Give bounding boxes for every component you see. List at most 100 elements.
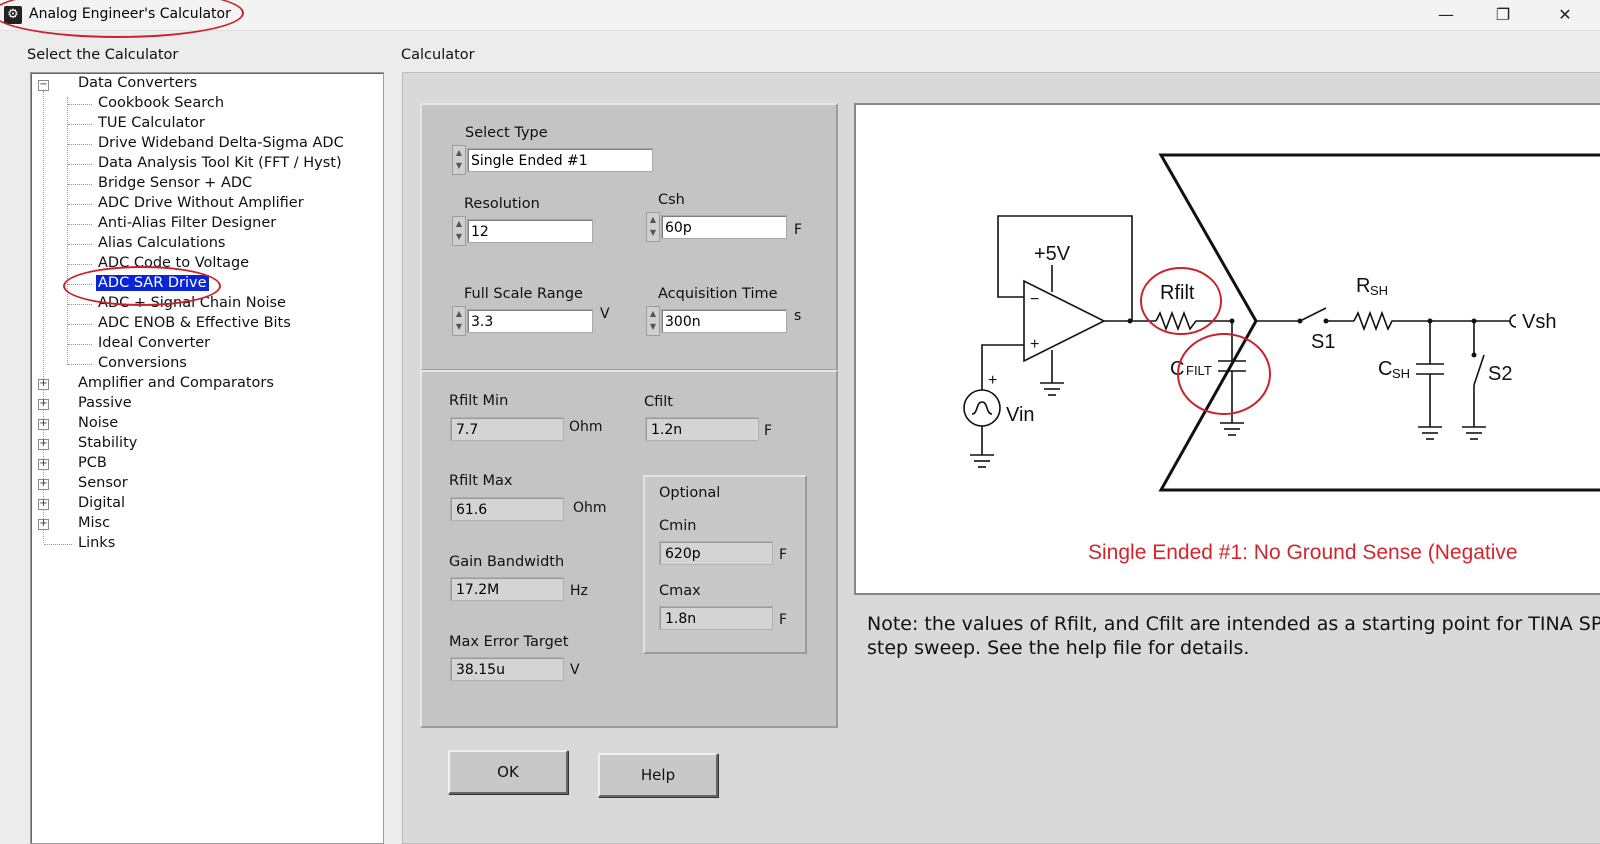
- switch-s1: [1299, 307, 1327, 322]
- annotation-circle-selection: [63, 266, 221, 306]
- max-error-target-value: 38.15u: [450, 657, 564, 681]
- schematic-caption: Single Ended #1: No Ground Sense (Negati…: [1088, 541, 1518, 564]
- tree-category-misc[interactable]: Misc: [78, 515, 110, 531]
- rsh-label-sub: SH: [1370, 283, 1388, 298]
- opamp-plus-label: +: [1030, 336, 1039, 353]
- acquisition-time-spinner[interactable]: ▲ ▼: [646, 306, 660, 336]
- csh-spinner[interactable]: ▲ ▼: [646, 212, 660, 242]
- resolution-field[interactable]: 12: [467, 219, 593, 243]
- tree-category-digital[interactable]: Digital: [78, 495, 125, 511]
- resolution-spinner[interactable]: ▲ ▼: [452, 216, 466, 246]
- tree-item-tue-calculator[interactable]: TUE Calculator: [98, 115, 205, 131]
- csh-unit: F: [794, 222, 803, 238]
- tree-category-sensor[interactable]: Sensor: [78, 475, 128, 491]
- note-line-2: step sweep. See the help file for detail…: [867, 637, 1250, 659]
- expand-toggle-icon[interactable]: +: [38, 479, 49, 490]
- vin-plus-label: +: [988, 372, 997, 389]
- tree-item-anti-alias[interactable]: Anti-Alias Filter Designer: [98, 215, 276, 231]
- tree-category-noise[interactable]: Noise: [78, 415, 118, 431]
- tree-category-passive[interactable]: Passive: [78, 395, 132, 411]
- expand-toggle-icon[interactable]: +: [38, 379, 49, 390]
- rfilt-max-value: 61.6: [450, 497, 564, 521]
- tree-item-ideal-converter[interactable]: Ideal Converter: [98, 335, 210, 351]
- calculator-header: Calculator: [401, 47, 475, 63]
- acquisition-time-field[interactable]: 300n: [661, 309, 787, 333]
- cfilt-label-sub: FILT: [1186, 363, 1212, 378]
- tree-item-enob[interactable]: ADC ENOB & Effective Bits: [98, 315, 291, 331]
- schematic-diagram: +5V − + + Vin Rfilt C FILT R SH S1 C SH …: [854, 103, 1600, 595]
- rfilt-min-unit: Ohm: [569, 419, 603, 435]
- full-scale-range-field[interactable]: 3.3: [467, 309, 593, 333]
- tree-category-data-converters[interactable]: Data Converters: [78, 75, 197, 91]
- tree-item-drive-wideband[interactable]: Drive Wideband Delta-Sigma ADC: [98, 135, 344, 151]
- schematic-svg: +5V − + + Vin Rfilt C FILT R SH S1 C SH …: [963, 153, 1600, 564]
- max-error-target-unit: V: [570, 662, 580, 678]
- full-scale-range-unit: V: [600, 306, 610, 322]
- csh-label-c: C: [1378, 358, 1392, 380]
- vin-source-symbol: [963, 389, 1001, 427]
- cmax-unit: F: [779, 612, 788, 628]
- calculator-tree[interactable]: − Data Converters Cookbook Search TUE Ca…: [30, 72, 384, 844]
- max-error-target-label: Max Error Target: [449, 634, 569, 650]
- full-scale-range-spinner[interactable]: ▲ ▼: [452, 306, 466, 336]
- rsh-label-r: R: [1356, 275, 1370, 297]
- tree-item-links[interactable]: Links: [78, 535, 115, 551]
- gain-bandwidth-label: Gain Bandwidth: [449, 554, 565, 570]
- select-type-field[interactable]: Single Ended #1: [467, 148, 653, 172]
- feedback-wire: [997, 215, 1133, 321]
- tree-item-cookbook-search[interactable]: Cookbook Search: [98, 95, 224, 111]
- supply-label: +5V: [1034, 243, 1071, 265]
- select-type-label: Select Type: [465, 125, 548, 141]
- expand-toggle-icon[interactable]: +: [38, 459, 49, 470]
- s2-label: S2: [1488, 363, 1512, 385]
- rfilt-resistor: [1155, 310, 1232, 332]
- annotation-circle-title: [0, 0, 244, 38]
- tree-item-alias-calculations[interactable]: Alias Calculations: [98, 235, 225, 251]
- maximize-button[interactable]: ❐: [1483, 3, 1523, 27]
- tree-item-data-analysis[interactable]: Data Analysis Tool Kit (FFT / Hyst): [98, 155, 342, 171]
- opamp-minus-label: −: [1030, 291, 1039, 308]
- ok-button[interactable]: OK: [448, 750, 568, 794]
- note-text: Note: the values of Rfilt, and Cfilt are…: [867, 612, 1600, 660]
- expand-toggle-icon[interactable]: +: [38, 439, 49, 450]
- csh-label-sub: SH: [1392, 366, 1410, 381]
- rfilt-min-label: Rfilt Min: [449, 393, 509, 409]
- tree-item-bridge-sensor[interactable]: Bridge Sensor + ADC: [98, 175, 252, 191]
- cfilt-label: Cfilt: [644, 394, 673, 410]
- rfilt-label: Rfilt: [1160, 282, 1195, 304]
- collapse-toggle-icon[interactable]: −: [38, 80, 49, 91]
- vsh-terminal: [1509, 314, 1517, 328]
- tree-item-conversions[interactable]: Conversions: [98, 355, 187, 371]
- expand-toggle-icon[interactable]: +: [38, 419, 49, 430]
- rfilt-min-value: 7.7: [450, 417, 564, 441]
- cmin-label: Cmin: [659, 518, 697, 534]
- cfilt-unit: F: [764, 423, 773, 439]
- cmax-value: 1.8n: [659, 606, 773, 630]
- close-button[interactable]: ✕: [1545, 3, 1585, 27]
- gain-bandwidth-value: 17.2M: [450, 577, 564, 601]
- s1-label: S1: [1311, 331, 1335, 353]
- cmin-unit: F: [779, 547, 788, 563]
- tree-category-stability[interactable]: Stability: [78, 435, 137, 451]
- tree-category-pcb[interactable]: PCB: [78, 455, 107, 471]
- csh-field[interactable]: 60p: [661, 215, 787, 239]
- acquisition-time-label: Acquisition Time: [658, 286, 778, 302]
- switch-s2: [1473, 354, 1485, 386]
- select-type-spinner[interactable]: ▲ ▼: [452, 145, 466, 175]
- vin-label: Vin: [1006, 404, 1035, 426]
- rfilt-max-label: Rfilt Max: [449, 473, 513, 489]
- help-button[interactable]: Help: [598, 753, 718, 797]
- expand-toggle-icon[interactable]: +: [38, 499, 49, 510]
- rfilt-max-unit: Ohm: [573, 500, 607, 516]
- cmin-value: 620p: [659, 541, 773, 565]
- expand-toggle-icon[interactable]: +: [38, 519, 49, 530]
- acquisition-time-unit: s: [794, 308, 802, 324]
- vsh-label: Vsh: [1522, 311, 1556, 333]
- select-calculator-header: Select the Calculator: [27, 47, 179, 63]
- expand-toggle-icon[interactable]: +: [38, 399, 49, 410]
- tree-category-amplifier[interactable]: Amplifier and Comparators: [78, 375, 274, 391]
- tree-item-adc-drive-without-amp[interactable]: ADC Drive Without Amplifier: [98, 195, 304, 211]
- csh-label: Csh: [658, 192, 685, 208]
- resolution-label: Resolution: [464, 196, 540, 212]
- minimize-button[interactable]: —: [1426, 3, 1466, 27]
